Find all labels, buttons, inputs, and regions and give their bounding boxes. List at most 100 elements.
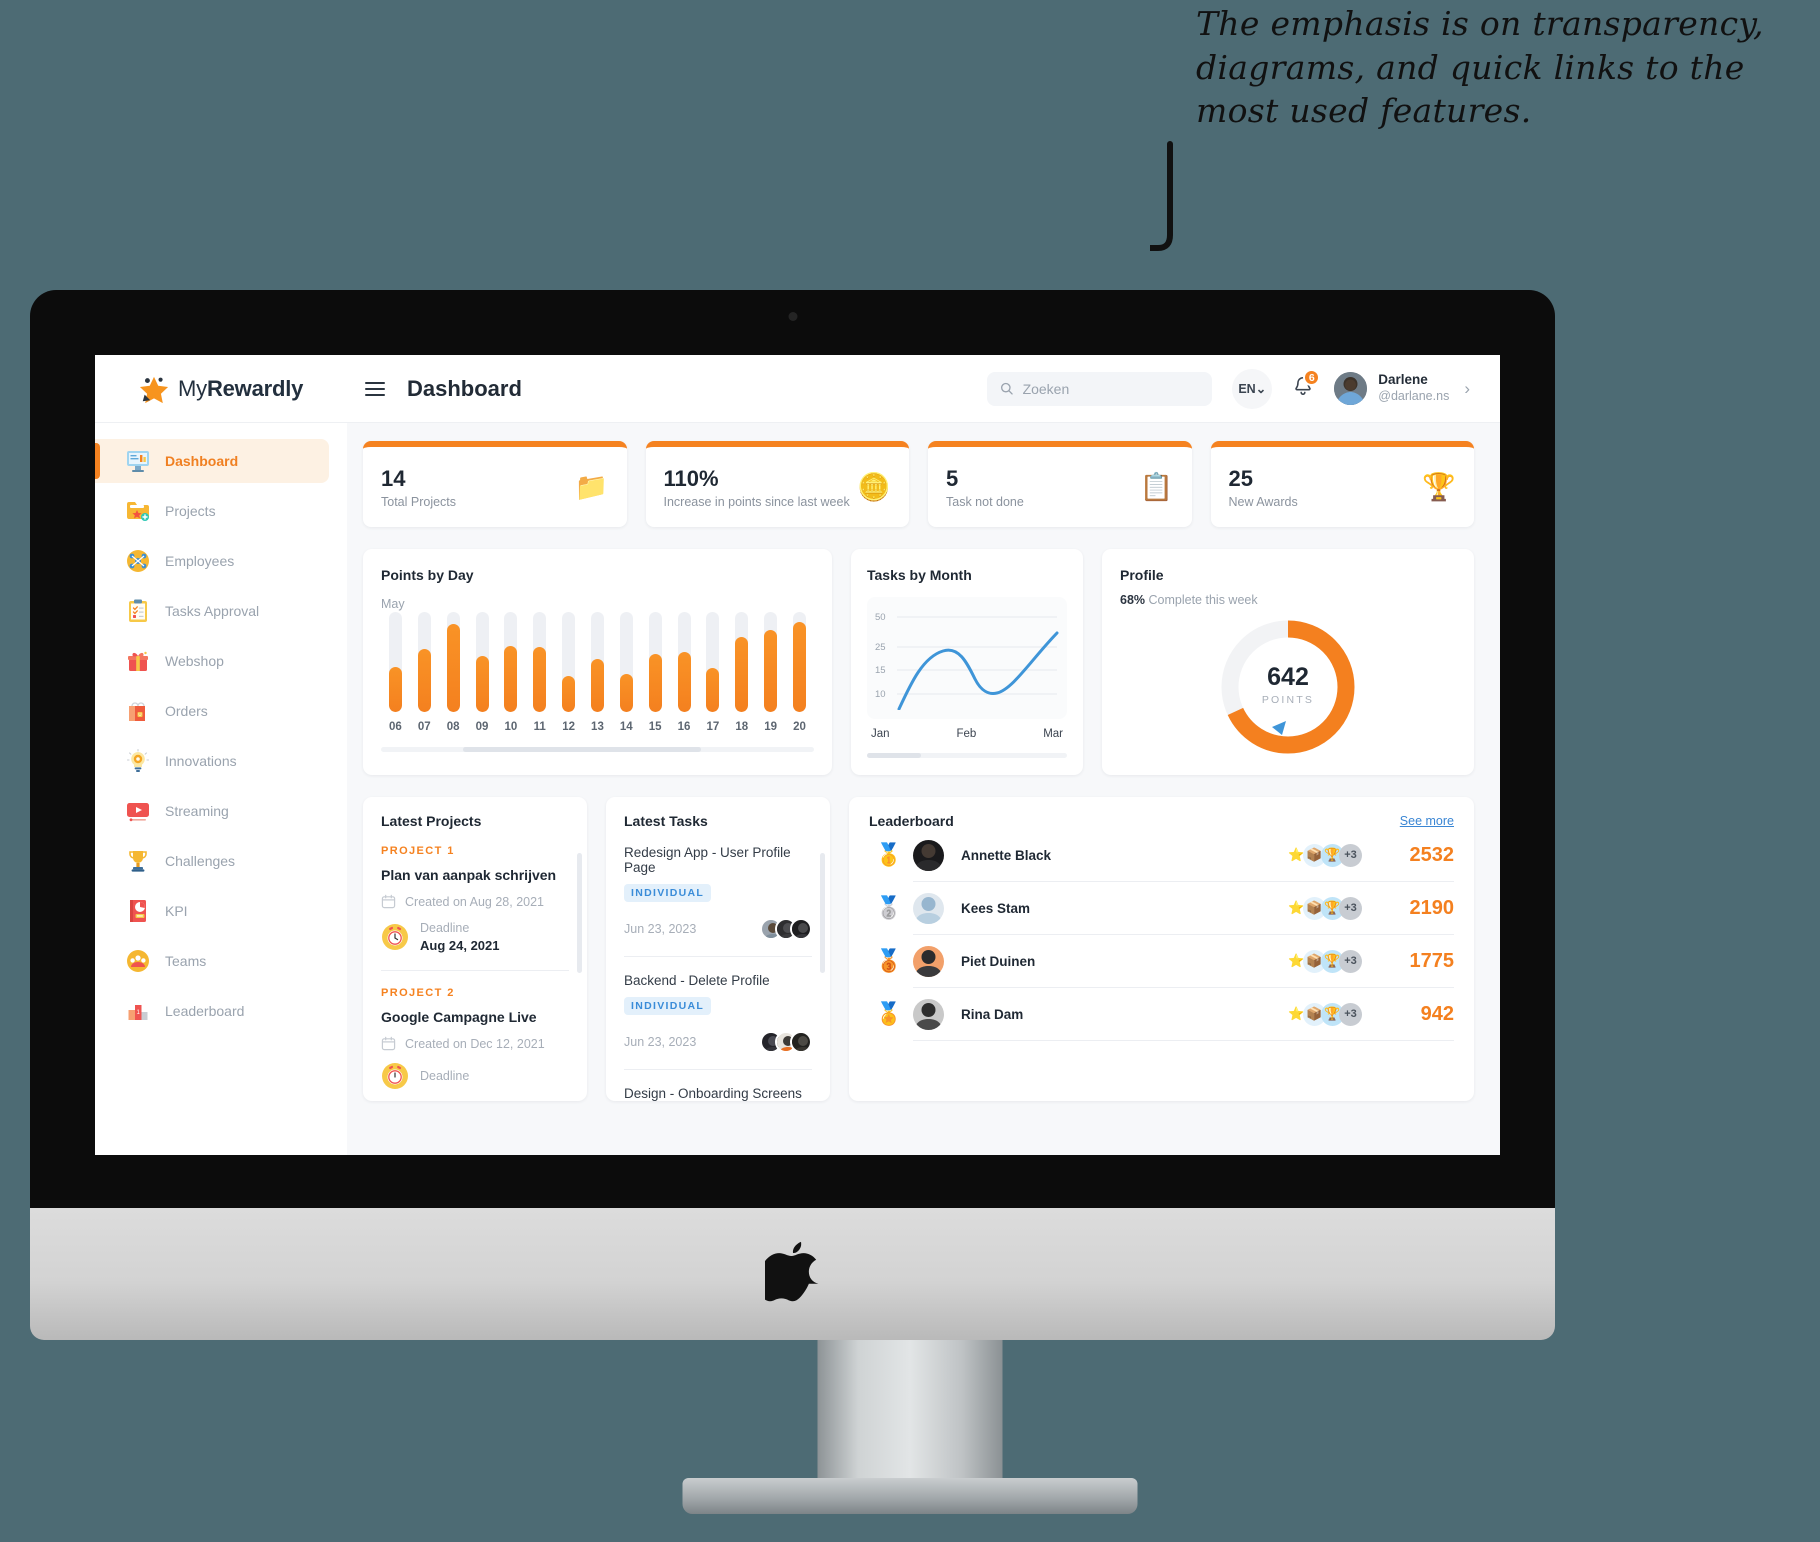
line-chart-svg: 50 25 15 10 [875,612,1059,711]
user-handle: @darlane.ns [1378,389,1450,404]
tasks-chart-scrollbar[interactable] [867,753,1067,758]
bar-track [677,612,691,712]
bar-column[interactable]: 17 [698,612,727,733]
more-badges-count: +3 [1339,949,1362,973]
bar-track [504,612,518,712]
sidebar-item-employees[interactable]: Employees [95,539,329,583]
task-chip: INDIVIDUAL [624,997,712,1015]
bar-column[interactable]: 16 [670,612,699,733]
projects-scrollbar[interactable] [577,853,582,973]
bar-fill [735,637,749,712]
bar-track [562,612,576,712]
bar-column[interactable]: 09 [468,612,497,733]
sidebar-item-dashboard[interactable]: Dashboard [95,439,329,483]
tasks-scrollbar[interactable] [820,853,825,973]
pie-report-icon [130,900,146,922]
calendar-icon [381,894,396,909]
bar-column[interactable]: 14 [612,612,641,733]
stat-card-total-projects[interactable]: 14 Total Projects 📁 [363,441,627,527]
table-row[interactable]: 🥉 Piet Duinen ⭐ 📦 🏆 +3 1775 [869,935,1454,987]
sidebar-item-innovations[interactable]: Innovations [95,739,329,783]
bar-track [533,612,547,712]
sidebar-item-projects[interactable]: Projects [95,489,329,533]
bar-column[interactable]: 06 [381,612,410,733]
stat-card-tasks-not-done[interactable]: 5 Task not done 📋 [928,441,1192,527]
bar-tick-label: 06 [389,721,402,733]
apple-logo-icon [764,1241,818,1302]
deadline-label: Deadline [420,921,470,935]
sidebar-item-teams[interactable]: Teams [95,939,329,983]
sidebar-item-webshop[interactable]: Webshop [95,639,329,683]
bar-fill [475,656,489,712]
stat-card-new-awards[interactable]: 25 New Awards 🏆 [1210,441,1474,527]
bar-column[interactable]: 18 [727,612,756,733]
x-tick-jan: Jan [871,728,890,740]
bar-column[interactable]: 19 [756,612,785,733]
player-points: 1775 [1409,949,1455,972]
table-row[interactable]: 🥇 Annette Black ⭐ 📦 🏆 +3 2532 [869,829,1454,881]
language-selector[interactable]: EN ⌄ [1232,368,1273,409]
brand-logo[interactable]: MyRewardly [95,374,347,404]
tasks-x-ticks: Jan Feb Mar [867,728,1067,740]
bar-tick-label: 14 [619,721,633,733]
see-more-link[interactable]: See more [1400,814,1454,828]
sidebar-item-challenges[interactable]: Challenges [95,839,329,883]
rank-medal-icon: 🥉 [875,948,903,973]
sidebar-item-kpi[interactable]: KPI [95,889,329,933]
stat-card-points-increase[interactable]: 110% Increase in points since last week … [645,441,909,527]
leaderboard-title: Leaderboard [869,813,954,829]
project-item[interactable]: PROJECT 1 Plan van aanpak schrijven Crea… [381,845,569,972]
folder-star-icon: 📁 [574,471,609,502]
bar-track [446,612,460,712]
search-icon [1001,382,1013,395]
task-item[interactable]: Backend - Delete Profile INDIVIDUAL Jun … [624,973,812,1070]
bar-track [648,612,662,712]
bar-column[interactable]: 15 [641,612,670,733]
points-chart-scrollbar[interactable] [381,747,814,752]
bar-column[interactable]: 11 [525,612,554,733]
stat-card-row: 14 Total Projects 📁 110% Increase in poi… [363,441,1474,527]
table-row[interactable]: 🥈 Kees Stam ⭐ 📦 🏆 +3 2190 [869,882,1454,934]
people-network-icon [127,550,149,572]
sidebar-item-tasks-approval[interactable]: Tasks Approval [95,589,329,633]
task-chip: INDIVIDUAL [624,884,712,902]
search-box[interactable] [987,371,1213,406]
stat-caption: Total Projects [381,495,457,510]
bar-column[interactable]: 10 [496,612,525,733]
user-menu[interactable]: Darlene @darlane.ns › [1334,372,1470,405]
player-name: Kees Stam [961,900,1031,916]
alarm-clock-icon [382,924,408,951]
sidebar-item-leaderboard[interactable]: 1 Leaderboard [95,989,329,1033]
task-item[interactable]: Redesign App - User Profile Page INDIVID… [624,845,812,957]
project-item[interactable]: PROJECT 2 Google Campagne Live Created o… [381,987,569,1090]
divider [381,970,569,972]
rank-medal-icon: 🥇 [875,842,903,867]
bar-column[interactable]: 13 [583,612,612,733]
sidebar-item-streaming[interactable]: Streaming [95,789,329,833]
bar-column[interactable]: 12 [554,612,583,733]
rank-medal-icon: 🥈 [875,895,903,920]
notifications-button[interactable]: 6 [1292,369,1321,402]
stat-text: 5 Task not done [946,465,1024,510]
sidebar-item-orders[interactable]: U Orders [95,689,329,733]
bar-column[interactable]: 20 [785,612,814,733]
badge-stack: ⭐ 📦 🏆 +3 [1285,896,1362,920]
bar-tick-label: 08 [446,721,460,733]
stat-text: 110% Increase in points since last week [664,465,850,510]
y-tick-10: 10 [875,689,886,700]
points-by-day-card: Points by Day May 06 07 08 09 10 11 12 13 14 15 16… [363,549,832,775]
bar-track [792,612,806,712]
tasks-by-month-title: Tasks by Month [867,567,972,583]
profile-progress-text: 68% Complete this week [1120,593,1456,607]
sidebar: Dashboard Projects Employees Tasks Appro… [95,423,347,1155]
table-row[interactable]: 🏅 Rina Dam ⭐ 📦 🏆 +3 942 [869,988,1454,1040]
bar-column[interactable]: 07 [410,612,439,733]
search-input[interactable] [1022,380,1200,397]
task-item[interactable]: Design - Onboarding Screens [624,1086,812,1101]
latest-projects-card: Latest Projects PROJECT 1 Plan van aanpa… [363,797,587,1101]
project-deadline-row: Deadline Aug 24, 2021 [381,920,569,954]
hamburger-icon[interactable] [365,381,385,396]
bar-column[interactable]: 08 [439,612,468,733]
badge-stack: ⭐ 📦 🏆 +3 [1285,843,1362,867]
brand-suffix: Rewardly [206,375,304,401]
